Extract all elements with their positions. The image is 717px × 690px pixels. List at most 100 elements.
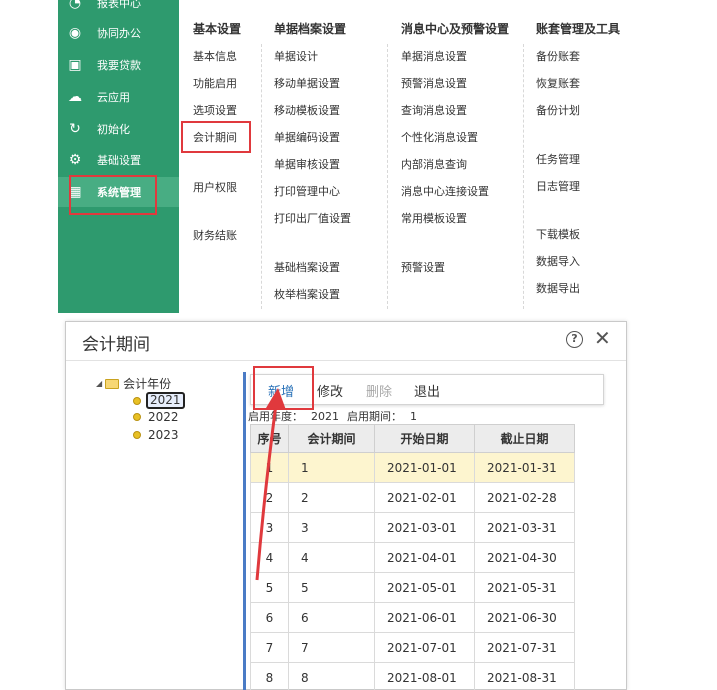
sidebar-item-init[interactable]: ↻ 初始化 (58, 114, 179, 144)
menu-item-feature-enable[interactable]: 功能启用 (193, 75, 237, 91)
tree-root-fiscal-year[interactable]: ◢ 会计年份 (96, 375, 171, 392)
cell-start-date: 2021-06-01 (374, 602, 475, 633)
table-row[interactable]: 7 7 2021-07-01 2021-07-31 (250, 632, 575, 663)
cell-start-date: 2021-05-01 (374, 572, 475, 603)
cell-end-date: 2021-06-30 (474, 602, 575, 633)
menu-item-message-connection[interactable]: 消息中心连接设置 (401, 183, 489, 199)
menu-item-backup-account[interactable]: 备份账套 (536, 48, 580, 64)
menu-item-alert-message[interactable]: 预警消息设置 (401, 75, 467, 91)
menu-item-doc-design[interactable]: 单据设计 (274, 48, 318, 64)
menu-item-base-archive[interactable]: 基础档案设置 (274, 259, 340, 275)
loan-icon: ▣ (68, 57, 82, 73)
column-header-end-date[interactable]: 截止日期 (474, 424, 575, 453)
menu-item-doc-audit[interactable]: 单据审核设置 (274, 156, 340, 172)
menu-item-print-default[interactable]: 打印出厂值设置 (274, 210, 351, 226)
cell-index: 4 (250, 542, 289, 573)
menu-item-download-template[interactable]: 下载模板 (536, 226, 580, 242)
dialog-title: 会计期间 (82, 335, 150, 355)
column-divider (387, 44, 388, 309)
cell-index: 6 (250, 602, 289, 633)
table-row[interactable]: 6 6 2021-06-01 2021-06-30 (250, 602, 575, 633)
start-year-label: 启用年度： (248, 410, 303, 423)
pane-splitter[interactable] (243, 372, 246, 690)
highlight-box-add (253, 366, 314, 410)
delete-button[interactable]: 删除 (366, 381, 392, 400)
menu-item-query-message[interactable]: 查询消息设置 (401, 102, 467, 118)
highlight-box-accounting-period (181, 121, 251, 153)
sidebar-item-cloud[interactable]: ☁ 云应用 (58, 82, 179, 112)
column-header-period[interactable]: 会计期间 (288, 424, 375, 453)
edit-button[interactable]: 修改 (317, 381, 343, 400)
sidebar-item-collab[interactable]: ◉ 协同办公 (58, 18, 179, 48)
table-row[interactable]: 3 3 2021-03-01 2021-03-31 (250, 512, 575, 543)
menu-item-alert-settings[interactable]: 预警设置 (401, 259, 445, 275)
menu-item-doc-message[interactable]: 单据消息设置 (401, 48, 467, 64)
tree-node-label: 2022 (148, 410, 179, 424)
year-node-icon (133, 431, 141, 439)
tree-root-label: 会计年份 (123, 377, 172, 391)
menu-item-mobile-doc[interactable]: 移动单据设置 (274, 75, 340, 91)
collab-icon: ◉ (68, 25, 82, 41)
menu-item-log-manage[interactable]: 日志管理 (536, 178, 580, 194)
sidebar-item-loan[interactable]: ▣ 我要贷款 (58, 50, 179, 80)
sidebar-item-label: 云应用 (97, 91, 130, 104)
sidebar-item-label: 基础设置 (97, 154, 141, 167)
menu-item-financial-close[interactable]: 财务结账 (193, 227, 237, 243)
cell-period: 3 (288, 512, 375, 543)
highlight-box-system (69, 175, 157, 215)
cell-index: 7 (250, 632, 289, 663)
menu-item-options[interactable]: 选项设置 (193, 102, 237, 118)
init-icon: ↻ (69, 121, 81, 137)
collapse-arrow-icon[interactable]: ◢ (96, 379, 102, 388)
menu-item-print-center[interactable]: 打印管理中心 (274, 183, 340, 199)
cell-period: 6 (288, 602, 375, 633)
cell-start-date: 2021-04-01 (374, 542, 475, 573)
tree-node-year[interactable]: 2021 (133, 392, 185, 409)
start-info: 启用年度： 2021 启用期间： 1 (248, 408, 425, 424)
start-period-value: 1 (410, 410, 417, 423)
cell-index: 1 (250, 452, 289, 483)
menu-item-data-import[interactable]: 数据导入 (536, 253, 580, 269)
cell-start-date: 2021-01-01 (374, 452, 475, 483)
tree-node-label: 2023 (148, 428, 179, 442)
table-row[interactable]: 1 1 2021-01-01 2021-01-31 (250, 452, 575, 483)
close-icon[interactable]: ✕ (594, 326, 611, 350)
tree-node-year[interactable]: 2022 (133, 410, 181, 424)
cell-period: 7 (288, 632, 375, 663)
menu-item-custom-message[interactable]: 个性化消息设置 (401, 129, 478, 145)
menu-item-data-export[interactable]: 数据导出 (536, 280, 580, 296)
table-row[interactable]: 5 5 2021-05-01 2021-05-31 (250, 572, 575, 603)
cell-end-date: 2021-07-31 (474, 632, 575, 663)
cell-end-date: 2021-03-31 (474, 512, 575, 543)
year-tree: ◢ 会计年份 2021 2022 2023 (91, 372, 241, 690)
menu-item-task-manage[interactable]: 任务管理 (536, 151, 580, 167)
menu-item-basic-info[interactable]: 基本信息 (193, 48, 237, 64)
table-row[interactable]: 2 2 2021-02-01 2021-02-28 (250, 482, 575, 513)
tree-node-label: 2021 (146, 392, 185, 409)
settings-icon: ⚙ (68, 152, 82, 168)
sidebar-item-report[interactable]: ◔ 报表中心 (58, 0, 179, 18)
menu-item-enum-archive[interactable]: 枚举档案设置 (274, 286, 340, 302)
menu-item-mobile-template[interactable]: 移动模板设置 (274, 102, 340, 118)
cell-start-date: 2021-08-01 (374, 662, 475, 690)
menu-item-internal-message[interactable]: 内部消息查询 (401, 156, 467, 172)
cell-end-date: 2021-05-31 (474, 572, 575, 603)
year-node-icon (133, 413, 141, 421)
menu-item-backup-plan[interactable]: 备份计划 (536, 102, 580, 118)
help-icon[interactable]: ? (566, 331, 583, 348)
exit-button[interactable]: 退出 (414, 381, 440, 400)
period-table: 序号 会计期间 开始日期 截止日期 1 1 2021-01-01 2021-01… (250, 424, 575, 690)
menu-item-doc-code[interactable]: 单据编码设置 (274, 129, 340, 145)
tree-node-year[interactable]: 2023 (133, 428, 181, 442)
menu-item-common-template[interactable]: 常用模板设置 (401, 210, 467, 226)
sidebar-item-label: 我要贷款 (97, 59, 141, 72)
column-header-start-date[interactable]: 开始日期 (374, 424, 475, 453)
cell-period: 1 (288, 452, 375, 483)
sidebar-item-settings[interactable]: ⚙ 基础设置 (58, 145, 179, 175)
menu-item-restore-account[interactable]: 恢复账套 (536, 75, 580, 91)
column-header-index[interactable]: 序号 (250, 424, 289, 453)
table-row[interactable]: 8 8 2021-08-01 2021-08-31 (250, 662, 575, 690)
table-row[interactable]: 4 4 2021-04-01 2021-04-30 (250, 542, 575, 573)
cell-index: 3 (250, 512, 289, 543)
menu-item-user-permission[interactable]: 用户权限 (193, 179, 237, 195)
